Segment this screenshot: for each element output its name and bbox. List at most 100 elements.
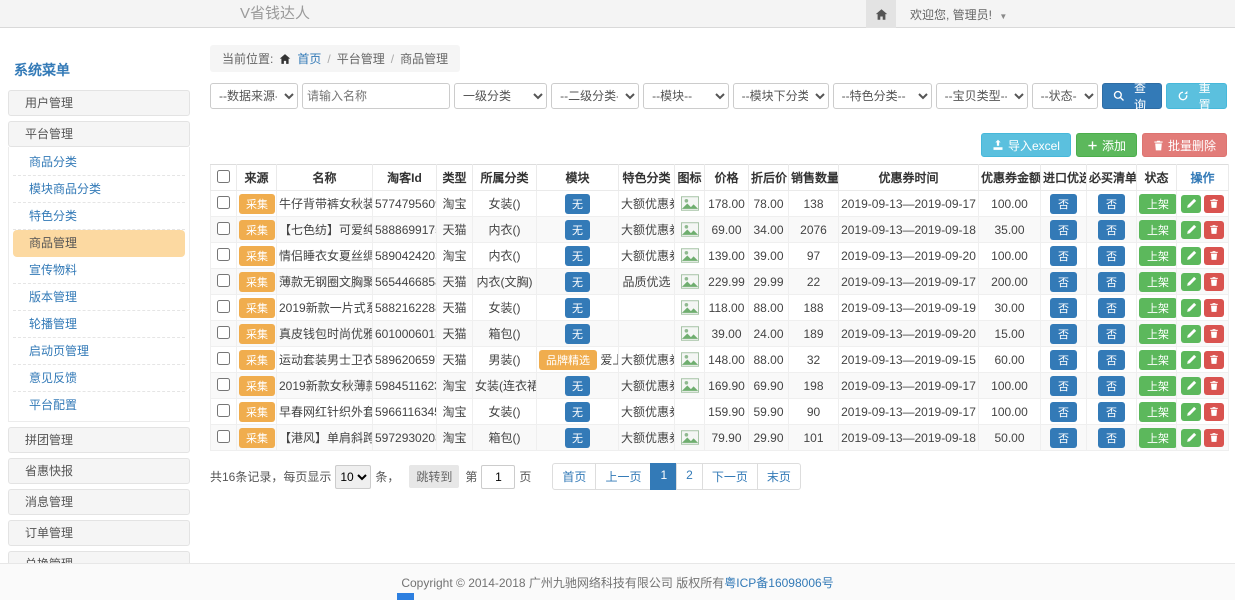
status-toggle[interactable]: 上架 bbox=[1139, 298, 1177, 318]
filter-select-data-source[interactable]: --数据来源-- bbox=[210, 83, 298, 109]
must-buy-toggle[interactable]: 否 bbox=[1098, 324, 1125, 344]
sidebar-section-0[interactable]: 用户管理 bbox=[8, 90, 190, 116]
icp-link[interactable]: 粤ICP备16098006号 bbox=[724, 574, 833, 591]
row-checkbox[interactable] bbox=[217, 196, 230, 209]
filter-select-module-sub[interactable]: --模块下分类-- bbox=[733, 83, 829, 109]
sidebar-item[interactable]: 平台配置 bbox=[13, 392, 185, 419]
edit-button[interactable] bbox=[1181, 377, 1201, 395]
page-number-input[interactable] bbox=[481, 465, 515, 489]
must-buy-toggle[interactable]: 否 bbox=[1098, 272, 1125, 292]
pager-button-下一页[interactable]: 下一页 bbox=[702, 463, 758, 490]
sidebar-section-2[interactable]: 拼团管理 bbox=[8, 427, 190, 453]
imported-toggle[interactable]: 否 bbox=[1050, 428, 1077, 448]
import-excel-button[interactable]: 导入excel bbox=[981, 133, 1071, 157]
breadcrumb-item-goods[interactable]: 商品管理 bbox=[400, 50, 448, 67]
sidebar-item[interactable]: 版本管理 bbox=[13, 284, 185, 311]
status-toggle[interactable]: 上架 bbox=[1139, 246, 1177, 266]
imported-toggle[interactable]: 否 bbox=[1050, 194, 1077, 214]
delete-button[interactable] bbox=[1204, 325, 1224, 343]
edit-button[interactable] bbox=[1181, 195, 1201, 213]
status-toggle[interactable]: 上架 bbox=[1139, 194, 1177, 214]
user-menu[interactable]: 欢迎您, 管理员! ▼ bbox=[910, 6, 1007, 23]
sidebar-section-4[interactable]: 消息管理 bbox=[8, 489, 190, 515]
search-button[interactable]: 查询 bbox=[1102, 83, 1163, 109]
filter-select-module[interactable]: --模块-- bbox=[643, 83, 728, 109]
batch-delete-button[interactable]: 批量删除 bbox=[1142, 133, 1227, 157]
breadcrumb-home-link[interactable]: 首页 bbox=[297, 50, 321, 67]
delete-button[interactable] bbox=[1204, 195, 1224, 213]
edit-button[interactable] bbox=[1181, 221, 1201, 239]
sidebar-section-5[interactable]: 订单管理 bbox=[8, 520, 190, 546]
filter-select-category-2[interactable]: --二级分类-- bbox=[551, 83, 639, 109]
pager-button-首页[interactable]: 首页 bbox=[552, 463, 596, 490]
sidebar-item[interactable]: 商品分类 bbox=[13, 149, 185, 176]
home-button[interactable] bbox=[866, 0, 896, 28]
edit-button[interactable] bbox=[1181, 273, 1201, 291]
row-checkbox[interactable] bbox=[217, 274, 230, 287]
edit-button[interactable] bbox=[1181, 299, 1201, 317]
delete-button[interactable] bbox=[1204, 299, 1224, 317]
filter-select-feature[interactable]: --特色分类-- bbox=[833, 83, 932, 109]
imported-toggle[interactable]: 否 bbox=[1050, 298, 1077, 318]
row-checkbox[interactable] bbox=[217, 222, 230, 235]
per-page-select[interactable]: 10 bbox=[335, 465, 371, 489]
must-buy-toggle[interactable]: 否 bbox=[1098, 298, 1125, 318]
imported-toggle[interactable]: 否 bbox=[1050, 246, 1077, 266]
select-all-checkbox[interactable] bbox=[217, 170, 230, 183]
status-toggle[interactable]: 上架 bbox=[1139, 402, 1177, 422]
must-buy-toggle[interactable]: 否 bbox=[1098, 350, 1125, 370]
imported-toggle[interactable]: 否 bbox=[1050, 402, 1077, 422]
row-checkbox[interactable] bbox=[217, 430, 230, 443]
status-toggle[interactable]: 上架 bbox=[1139, 220, 1177, 240]
sidebar-item[interactable]: 特色分类 bbox=[13, 203, 185, 230]
row-checkbox[interactable] bbox=[217, 326, 230, 339]
delete-button[interactable] bbox=[1204, 273, 1224, 291]
row-checkbox[interactable] bbox=[217, 378, 230, 391]
delete-button[interactable] bbox=[1204, 351, 1224, 369]
delete-button[interactable] bbox=[1204, 247, 1224, 265]
pager-button-末页[interactable]: 末页 bbox=[757, 463, 801, 490]
edit-button[interactable] bbox=[1181, 403, 1201, 421]
status-toggle[interactable]: 上架 bbox=[1139, 272, 1177, 292]
row-checkbox[interactable] bbox=[217, 300, 230, 313]
sidebar-item[interactable]: 模块商品分类 bbox=[13, 176, 185, 203]
imported-toggle[interactable]: 否 bbox=[1050, 350, 1077, 370]
edit-button[interactable] bbox=[1181, 247, 1201, 265]
sidebar-item[interactable]: 轮播管理 bbox=[13, 311, 185, 338]
sidebar-section-3[interactable]: 省惠快报 bbox=[8, 458, 190, 484]
delete-button[interactable] bbox=[1204, 377, 1224, 395]
breadcrumb-item-platform[interactable]: 平台管理 bbox=[337, 50, 385, 67]
row-checkbox[interactable] bbox=[217, 248, 230, 261]
filter-select-item-type[interactable]: --宝贝类型-- bbox=[936, 83, 1028, 109]
delete-button[interactable] bbox=[1204, 221, 1224, 239]
sidebar-section-1[interactable]: 平台管理 bbox=[8, 121, 190, 147]
row-checkbox[interactable] bbox=[217, 352, 230, 365]
imported-toggle[interactable]: 否 bbox=[1050, 324, 1077, 344]
imported-toggle[interactable]: 否 bbox=[1050, 376, 1077, 396]
sidebar-item[interactable]: 启动页管理 bbox=[13, 338, 185, 365]
must-buy-toggle[interactable]: 否 bbox=[1098, 402, 1125, 422]
edit-button[interactable] bbox=[1181, 325, 1201, 343]
must-buy-toggle[interactable]: 否 bbox=[1098, 376, 1125, 396]
must-buy-toggle[interactable]: 否 bbox=[1098, 220, 1125, 240]
pager-button-上一页[interactable]: 上一页 bbox=[595, 463, 651, 490]
pager-button-2[interactable]: 2 bbox=[676, 463, 703, 490]
must-buy-toggle[interactable]: 否 bbox=[1098, 194, 1125, 214]
pager-button-1[interactable]: 1 bbox=[650, 463, 677, 490]
row-checkbox[interactable] bbox=[217, 404, 230, 417]
status-toggle[interactable]: 上架 bbox=[1139, 350, 1177, 370]
jump-button[interactable]: 跳转到 bbox=[409, 465, 459, 488]
filter-select-category-1[interactable]: 一级分类 bbox=[454, 83, 547, 109]
sidebar-item-active[interactable]: 商品管理 bbox=[13, 230, 185, 257]
filter-input-name[interactable] bbox=[302, 83, 450, 109]
status-toggle[interactable]: 上架 bbox=[1139, 428, 1177, 448]
delete-button[interactable] bbox=[1204, 403, 1224, 421]
edit-button[interactable] bbox=[1181, 351, 1201, 369]
imported-toggle[interactable]: 否 bbox=[1050, 220, 1077, 240]
sidebar-item[interactable]: 宣传物料 bbox=[13, 257, 185, 284]
reset-button[interactable]: 重置 bbox=[1166, 83, 1227, 109]
must-buy-toggle[interactable]: 否 bbox=[1098, 246, 1125, 266]
filter-select-status[interactable]: --状态-- bbox=[1032, 83, 1098, 109]
sidebar-item[interactable]: 意见反馈 bbox=[13, 365, 185, 392]
delete-button[interactable] bbox=[1204, 429, 1224, 447]
